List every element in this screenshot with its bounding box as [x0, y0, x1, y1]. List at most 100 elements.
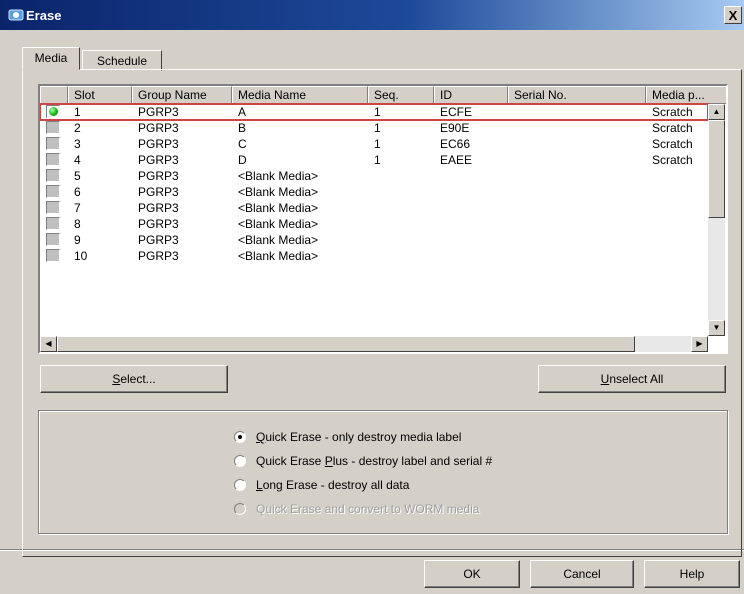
cell-serial-no: [508, 216, 646, 232]
unselect-all-button[interactable]: Unselect All: [538, 365, 726, 393]
unchecked-box-icon[interactable]: [46, 185, 60, 198]
cell-group-name: PGRP3: [138, 121, 179, 135]
cell-media-name: <Blank Media>: [238, 201, 319, 215]
vertical-scroll-thumb[interactable]: [708, 120, 725, 218]
label-mnemonic: Q: [256, 430, 266, 444]
table-row[interactable]: 3 PGRP3 C 1 EC66 Scratch: [40, 136, 708, 152]
column-header-serial-no[interactable]: Serial No.: [508, 86, 646, 104]
cell-seq: [368, 216, 434, 232]
cell-media-name: <Blank Media>: [238, 233, 319, 247]
table-row[interactable]: 8 PGRP3 <Blank Media>: [40, 216, 708, 232]
table-row[interactable]: 9 PGRP3 <Blank Media>: [40, 232, 708, 248]
table-row[interactable]: 1 PGRP3 A 1 ECFE Scratch: [40, 103, 709, 121]
column-header-slot[interactable]: Slot: [68, 86, 132, 104]
cell-id: [434, 232, 508, 248]
select-button-label: elect...: [120, 372, 156, 386]
unchecked-box-icon[interactable]: [46, 217, 60, 230]
checked-led-icon[interactable]: [46, 105, 60, 118]
unchecked-box-icon[interactable]: [46, 153, 60, 166]
cell-group-name: PGRP3: [138, 169, 179, 183]
table-row[interactable]: 4 PGRP3 D 1 EAEE Scratch: [40, 152, 708, 168]
column-header-media-pool[interactable]: Media p...: [646, 86, 726, 104]
cell-group-name: PGRP3: [138, 217, 179, 231]
erase-option-label: Quick Erase - only destroy media label: [256, 428, 461, 446]
unselect-all-button-mnemonic: U: [600, 372, 610, 386]
unchecked-box-icon[interactable]: [46, 233, 60, 246]
table-row[interactable]: 10 PGRP3 <Blank Media>: [40, 248, 708, 264]
cell-media-pool: [646, 232, 708, 248]
horizontal-scroll-thumb[interactable]: [57, 336, 635, 352]
green-led-icon: [49, 107, 58, 116]
cell-group-name: PGRP3: [138, 185, 179, 199]
cell-id: E90E: [440, 121, 470, 135]
unchecked-box-icon[interactable]: [46, 201, 60, 214]
app-icon: [8, 9, 24, 21]
scroll-right-icon[interactable]: ▶: [691, 336, 708, 352]
window-title: Erase: [26, 8, 62, 23]
cell-group-name: PGRP3: [138, 105, 179, 119]
cell-group-name: PGRP3: [138, 233, 179, 247]
unselect-all-button-label: nselect All: [609, 372, 664, 386]
label-text: uick Erase - only destroy media label: [265, 430, 462, 444]
cancel-button[interactable]: Cancel: [530, 560, 634, 588]
cell-media-pool: Scratch: [652, 153, 693, 167]
column-header-id[interactable]: ID: [434, 86, 508, 104]
table-row[interactable]: 2 PGRP3 B 1 E90E Scratch: [40, 120, 708, 136]
select-button[interactable]: Select...: [40, 365, 228, 393]
table-row[interactable]: 7 PGRP3 <Blank Media>: [40, 200, 708, 216]
unchecked-box-icon[interactable]: [46, 169, 60, 182]
cell-media-name: <Blank Media>: [238, 185, 319, 199]
cell-serial-no: [508, 184, 646, 200]
column-header-group-name[interactable]: Group Name: [132, 86, 232, 104]
cell-serial-no: [508, 152, 646, 168]
cell-group-name: PGRP3: [138, 201, 179, 215]
scroll-up-icon[interactable]: ▲: [708, 104, 725, 120]
column-header-check[interactable]: [40, 86, 68, 104]
vertical-scrollbar[interactable]: ▲ ▼: [708, 104, 725, 336]
cell-media-name: <Blank Media>: [238, 217, 319, 231]
media-list[interactable]: Slot Group Name Media Name Seq. ID Seria…: [38, 84, 728, 354]
cell-media-pool: Scratch: [652, 121, 693, 135]
table-row[interactable]: 6 PGRP3 <Blank Media>: [40, 184, 708, 200]
erase-option-label: Quick Erase and convert to WORM media: [256, 500, 479, 518]
cell-slot: 5: [74, 169, 81, 183]
cell-id: EAEE: [440, 153, 473, 167]
cell-seq: 1: [374, 137, 381, 151]
help-button[interactable]: Help: [644, 560, 740, 588]
radio-button-icon[interactable]: [234, 431, 246, 443]
cell-media-pool: [646, 184, 708, 200]
column-header-media-name[interactable]: Media Name: [232, 86, 368, 104]
cell-group-name: PGRP3: [138, 153, 179, 167]
cell-slot: 3: [74, 137, 81, 151]
cell-id: [434, 248, 508, 264]
horizontal-scrollbar[interactable]: ◀ ▶: [40, 336, 708, 352]
unchecked-box-icon[interactable]: [46, 137, 60, 150]
radio-button-icon[interactable]: [234, 455, 246, 467]
tab-media[interactable]: Media: [22, 47, 80, 70]
table-row[interactable]: 5 PGRP3 <Blank Media>: [40, 168, 708, 184]
cell-seq: 1: [374, 121, 381, 135]
cell-media-name: B: [238, 121, 247, 135]
cell-seq: 1: [374, 153, 381, 167]
cell-seq: [368, 232, 434, 248]
cell-slot: 10: [74, 249, 88, 263]
cell-serial-no: [508, 104, 646, 120]
tab-schedule[interactable]: Schedule: [82, 50, 162, 71]
ok-button[interactable]: OK: [424, 560, 520, 588]
cell-serial-no: [508, 248, 646, 264]
scroll-left-icon[interactable]: ◀: [40, 336, 57, 352]
title-bar: Erase X: [0, 0, 744, 30]
cell-media-name: D: [238, 153, 247, 167]
scroll-down-icon[interactable]: ▼: [708, 320, 725, 336]
close-button[interactable]: X: [724, 6, 742, 24]
radio-button-icon[interactable]: [234, 479, 246, 491]
label-text: lus - destroy label and serial #: [332, 454, 493, 468]
column-header-seq[interactable]: Seq.: [368, 86, 434, 104]
cell-media-pool: [646, 216, 708, 232]
cell-group-name: PGRP3: [138, 137, 179, 151]
label-text: ong Erase - destroy all data: [262, 478, 410, 492]
unchecked-box-icon[interactable]: [46, 249, 60, 262]
cell-id: [434, 216, 508, 232]
cell-media-name: C: [238, 137, 247, 151]
unchecked-box-icon[interactable]: [46, 121, 60, 134]
